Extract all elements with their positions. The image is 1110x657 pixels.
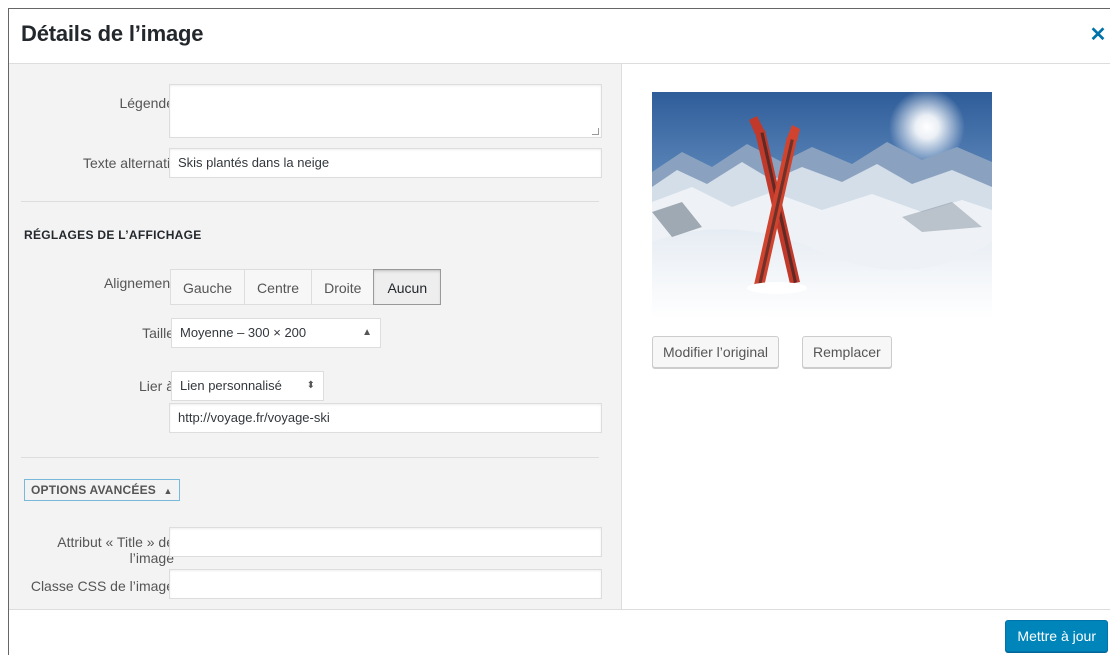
replace-button[interactable]: Remplacer [802,336,892,368]
css-class-label: Classe CSS de l’image [30,578,174,594]
alignment-button-group: Gauche Centre Droite Aucun [170,269,442,305]
edit-original-button[interactable]: Modifier l’original [652,336,780,368]
caption-label: Légende [119,95,174,111]
image-details-dialog: Détails de l’image ✕ Légende Texte alter… [8,8,1110,657]
dialog-header: Détails de l’image ✕ [9,9,1110,64]
dialog-footer: Mettre à jour [9,609,1110,657]
css-class-input[interactable] [169,569,602,599]
alt-text-input[interactable]: Skis plantés dans la neige [169,148,602,178]
preview-panel: Modifier l’original Remplacer [622,64,1110,609]
size-select[interactable]: Moyenne – 300 × 200 ▲ [171,318,381,348]
settings-panel: Légende Texte alternatif Skis plantés da… [9,64,622,609]
select-arrows-icon: ⬍ [306,380,315,391]
size-select-value: Moyenne – 300 × 200 [180,325,307,340]
divider [21,457,599,458]
align-center-button[interactable]: Centre [244,269,312,305]
select-arrows-icon: ▲ [362,327,372,338]
alignment-label: Alignement [103,275,174,291]
align-right-button[interactable]: Droite [311,269,374,305]
update-button[interactable]: Mettre à jour [1005,620,1108,652]
title-attribute-label: Attribut « Title » de l’image [57,534,174,566]
caption-textarea[interactable] [169,84,602,138]
divider [21,201,599,202]
link-to-label: Lier à [138,378,174,394]
link-to-select-value: Lien personnalisé [180,378,282,393]
dialog-title: Détails de l’image [21,21,204,46]
ski-photo-image [652,92,992,319]
size-label: Taille [142,325,174,341]
close-icon[interactable]: ✕ [1088,25,1108,45]
advanced-options-label: OPTIONS AVANCÉES [31,483,156,497]
image-preview [652,92,992,319]
advanced-options-toggle[interactable]: OPTIONS AVANCÉES ▲ [24,479,180,501]
custom-url-input[interactable]: http://voyage.fr/voyage-ski [169,403,602,433]
display-settings-heading: RÉGLAGES DE L’AFFICHAGE [24,228,202,242]
resize-grip-icon[interactable] [592,128,599,135]
alt-text-label: Texte alternatif [82,155,174,171]
title-attribute-input[interactable] [169,527,602,557]
link-to-select[interactable]: Lien personnalisé ⬍ [171,371,324,401]
align-none-button[interactable]: Aucun [373,269,442,305]
align-left-button[interactable]: Gauche [170,269,245,305]
triangle-up-icon: ▲ [163,486,173,496]
